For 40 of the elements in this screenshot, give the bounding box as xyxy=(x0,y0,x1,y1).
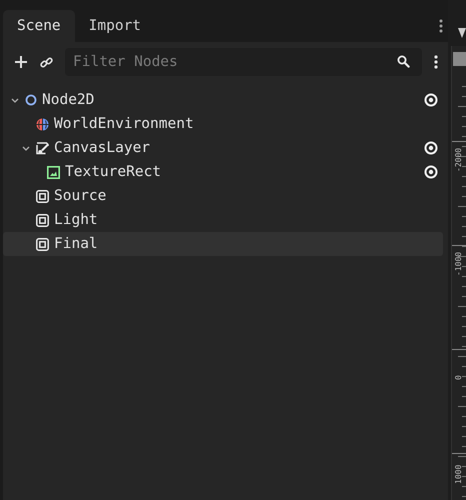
ruler-label: 0 xyxy=(454,374,464,380)
frame-icon xyxy=(36,214,49,226)
node-name: Light xyxy=(54,212,98,228)
tree-item[interactable]: WorldEnvironment xyxy=(3,112,443,136)
more-icon[interactable] xyxy=(439,19,443,33)
eye-icon[interactable] xyxy=(424,141,438,155)
node-name: CanvasLayer xyxy=(54,140,150,156)
more-icon[interactable] xyxy=(434,55,438,69)
eye-icon[interactable] xyxy=(424,165,438,179)
globe-icon xyxy=(36,118,49,130)
frame-icon xyxy=(36,238,49,250)
node-name: Node2D xyxy=(42,92,94,108)
node-name: TextureRect xyxy=(65,164,162,180)
image-icon xyxy=(47,166,60,178)
ruler-label: 1000 xyxy=(454,464,464,484)
ruler-label: -2000 xyxy=(454,146,464,172)
tree-item[interactable]: CanvasLayer xyxy=(3,136,443,160)
tree-item[interactable]: TextureRect xyxy=(3,160,443,184)
panel-tab[interactable]: Scene xyxy=(3,10,75,42)
eye-icon[interactable] xyxy=(424,93,438,107)
node-name: WorldEnvironment xyxy=(54,116,194,132)
tree-item[interactable]: Light xyxy=(3,208,443,232)
tree-item[interactable]: Source xyxy=(3,184,443,208)
circle-icon xyxy=(25,94,37,106)
add-icon[interactable] xyxy=(14,55,28,69)
ruler-label: -1000 xyxy=(454,250,464,276)
node-name: Final xyxy=(54,236,98,252)
chevron-down-icon[interactable] xyxy=(22,146,30,150)
scroll-thumb[interactable] xyxy=(453,52,466,66)
frame-icon xyxy=(36,190,49,202)
filter-field[interactable]: Filter Nodes xyxy=(65,48,422,76)
tree-item[interactable]: Final xyxy=(3,232,443,256)
chevron-down-icon[interactable] xyxy=(11,98,19,102)
brush-icon xyxy=(36,142,49,154)
node-name: Source xyxy=(54,188,106,204)
search-icon xyxy=(397,55,410,68)
link-icon[interactable] xyxy=(40,56,53,68)
tree-item[interactable]: Node2D xyxy=(3,88,443,112)
panel-tab[interactable]: Import xyxy=(74,10,156,42)
triangle-icon xyxy=(458,28,466,38)
